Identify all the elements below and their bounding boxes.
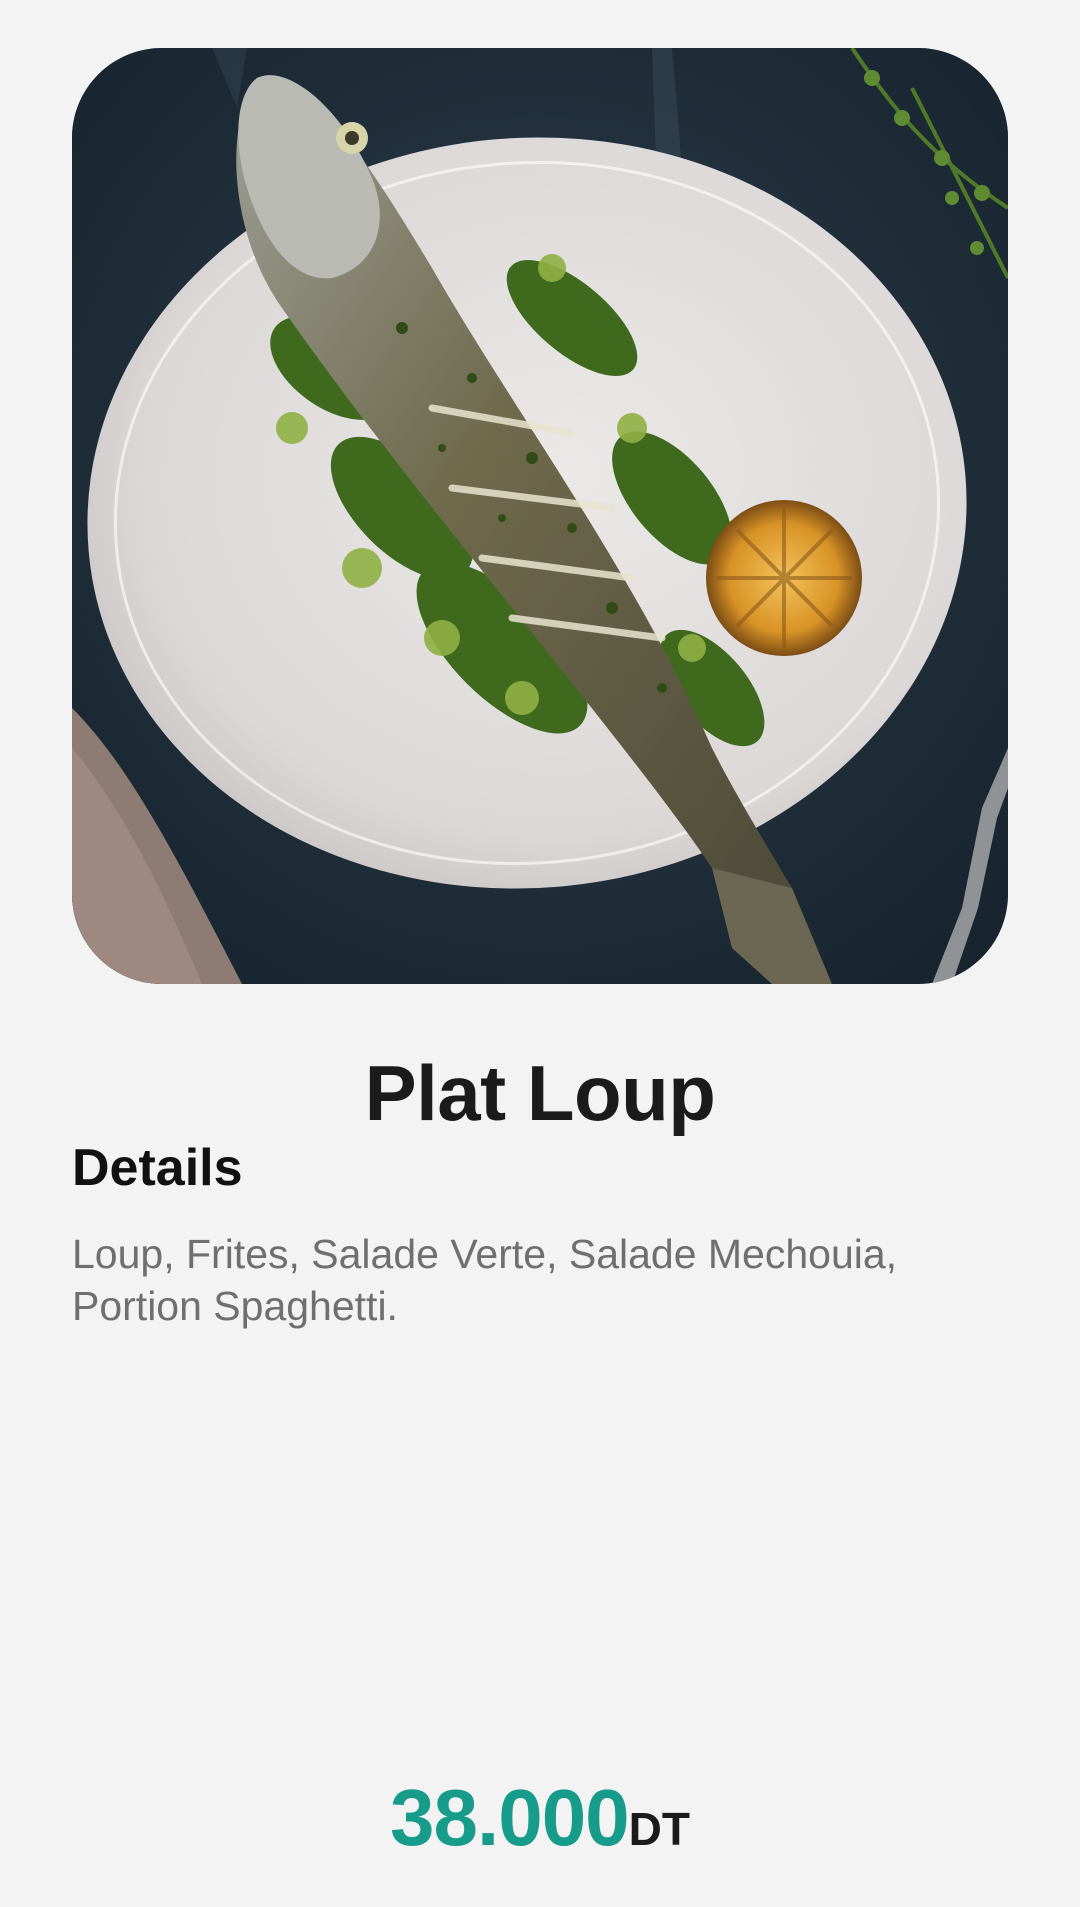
dish-title: Plat Loup xyxy=(364,1049,716,1137)
dish-description: Loup, Frites, Salade Verte, Salade Mecho… xyxy=(72,1231,898,1329)
price-currency: DT xyxy=(628,1803,690,1855)
details-heading: Details xyxy=(72,1139,243,1197)
price-display: 38.000DT xyxy=(0,1772,1080,1864)
dish-image xyxy=(72,48,1008,984)
fish-plate-illustration xyxy=(72,48,1008,984)
price-amount: 38.000 xyxy=(389,1773,630,1862)
